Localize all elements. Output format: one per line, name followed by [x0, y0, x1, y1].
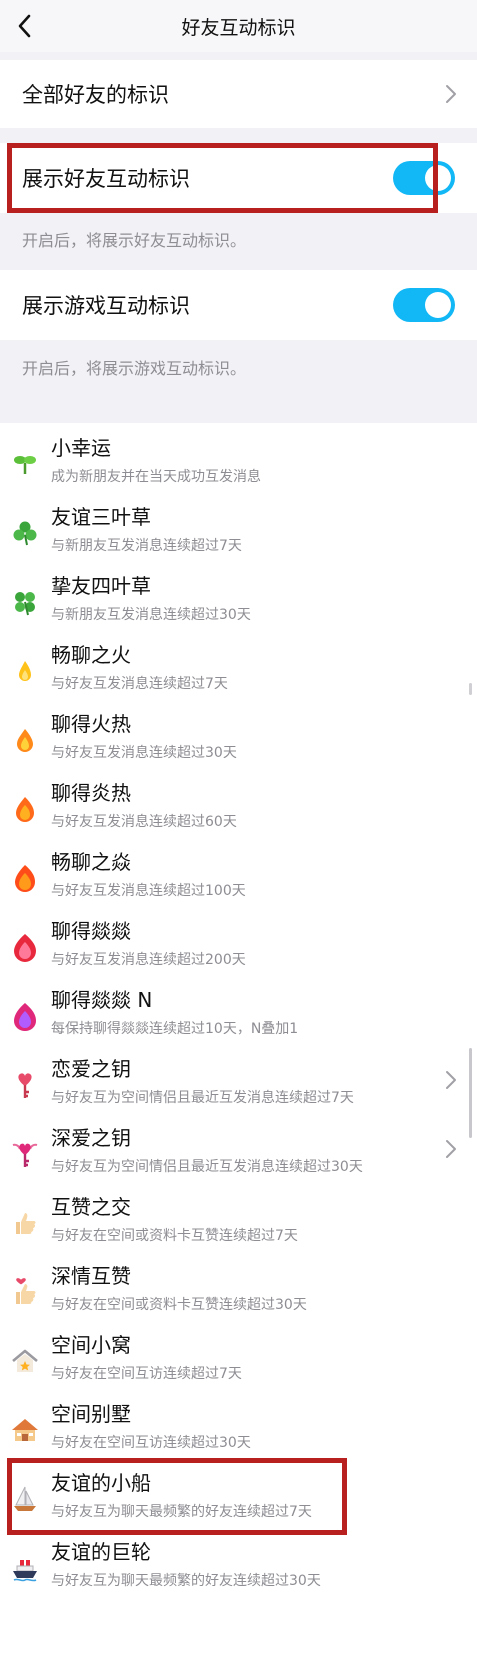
ship-icon — [13, 1560, 37, 1582]
winged-heart-key-icon — [12, 1143, 38, 1167]
badge-title: 空间小窝 — [51, 1333, 131, 1357]
game-badge-toggle-label: 展示游戏互动标识 — [22, 294, 190, 318]
badge-title: 深爱之钥 — [51, 1126, 131, 1150]
four-leaf-clover-icon — [15, 592, 35, 616]
nav-bar: 好友互动标识 — [0, 0, 477, 52]
badge-desc: 与新朋友互发消息连续超过7天 — [51, 538, 242, 554]
badge-desc: 与好友互发消息连续超过60天 — [51, 814, 237, 830]
badge-desc: 与好友互为聊天最频繁的好友连续超过7天 — [51, 1504, 312, 1520]
chevron-right-icon — [446, 85, 456, 103]
game-badge-hint: 开启后，将展示游戏互动标识。 — [22, 359, 247, 378]
badge-desc: 与好友互发消息连续超过30天 — [51, 745, 237, 761]
list-item: 互赞之交 与好友在空间或资料卡互赞连续超过7天 — [0, 1182, 477, 1256]
toggle-knob — [425, 292, 451, 318]
big-flame-icon — [15, 865, 35, 892]
badge-desc: 与好友互为空间情侣且最近互发消息连续超过7天 — [51, 1090, 354, 1106]
badge-title: 挚友四叶草 — [51, 574, 151, 598]
badge-title: 聊得燚燚 — [51, 919, 131, 943]
badge-list: 小幸运 成为新朋友并在当天成功互发消息 友谊三叶草 与新朋友互发消息连续超过7天… — [0, 423, 477, 1680]
game-badge-toggle-row: 展示游戏互动标识 — [0, 270, 477, 340]
small-house-icon — [12, 1349, 38, 1372]
list-item[interactable]: 恋爱之钥 与好友互为空间情侣且最近互发消息连续超过7天 — [0, 1044, 477, 1118]
list-item: 畅聊之火 与好友互发消息连续超过7天 — [0, 630, 477, 704]
scroll-indicator — [469, 683, 472, 695]
badge-desc: 与新朋友互发消息连续超过30天 — [51, 607, 251, 623]
list-item: 挚友四叶草 与新朋友互发消息连续超过30天 — [0, 561, 477, 635]
list-item: 深情互赞 与好友在空间或资料卡互赞连续超过30天 — [0, 1251, 477, 1325]
badge-desc: 与好友在空间或资料卡互赞连续超过7天 — [51, 1228, 298, 1244]
chevron-right-icon — [446, 1071, 456, 1089]
list-item: 畅聊之焱 与好友互发消息连续超过100天 — [0, 837, 477, 911]
toggle-knob — [425, 165, 451, 191]
heart-thumbs-up-icon — [16, 1278, 36, 1304]
list-item: 聊得炎热 与好友互发消息连续超过60天 — [0, 768, 477, 842]
all-friends-row[interactable]: 全部好友的标识 — [0, 60, 477, 128]
badge-desc: 与好友在空间或资料卡互赞连续超过30天 — [51, 1297, 307, 1313]
badge-desc: 与好友在空间互访连续超过30天 — [51, 1435, 251, 1451]
friend-badge-toggle-label: 展示好友互动标识 — [22, 167, 190, 191]
three-leaf-clover-icon — [13, 521, 37, 546]
list-item: 聊得火热 与好友互发消息连续超过30天 — [0, 699, 477, 773]
badge-title: 深情互赞 — [51, 1264, 131, 1288]
badge-desc: 与好友互为聊天最频繁的好友连续超过30天 — [51, 1573, 321, 1589]
badge-title: 畅聊之火 — [51, 643, 131, 667]
list-item: 空间小窝 与好友在空间互访连续超过7天 — [0, 1320, 477, 1394]
back-button[interactable] — [8, 8, 40, 44]
red-flame-icon — [14, 934, 36, 962]
badge-title: 聊得火热 — [51, 712, 131, 736]
list-item: 友谊的巨轮 与好友互为聊天最频繁的好友连续超过30天 — [0, 1527, 477, 1601]
all-friends-label: 全部好友的标识 — [22, 83, 169, 107]
badge-title: 友谊三叶草 — [51, 505, 151, 529]
badge-desc: 每保持聊得燚燚连续超过10天，N叠加1 — [51, 1021, 299, 1037]
thumbs-up-icon — [16, 1213, 36, 1234]
badge-title: 聊得炎热 — [51, 781, 131, 805]
badge-title: 友谊的巨轮 — [51, 1540, 151, 1564]
list-item: 友谊的小船 与好友互为聊天最频繁的好友连续超过7天 — [0, 1458, 477, 1532]
page-title: 好友互动标识 — [181, 16, 296, 39]
villa-icon — [12, 1419, 38, 1441]
scrollbar-thumb[interactable] — [469, 1048, 472, 1138]
friend-badge-toggle[interactable] — [393, 161, 455, 195]
flame-icon — [17, 729, 33, 752]
badge-title: 空间别墅 — [51, 1402, 131, 1426]
badge-title: 恋爱之钥 — [51, 1057, 131, 1081]
game-badge-toggle[interactable] — [393, 288, 455, 322]
list-item[interactable]: 深爱之钥 与好友互为空间情侣且最近互发消息连续超过30天 — [0, 1113, 477, 1187]
small-flame-icon — [19, 661, 31, 681]
heart-key-icon — [18, 1073, 32, 1098]
badge-title: 畅聊之焱 — [51, 850, 131, 874]
chevron-left-icon — [18, 14, 31, 38]
badge-title: 聊得燚燚 N — [51, 988, 153, 1012]
badge-title: 友谊的小船 — [51, 1471, 151, 1495]
badge-desc: 与好友互发消息连续超过7天 — [51, 676, 228, 692]
list-item: 聊得燚燚 N 每保持聊得燚燚连续超过10天，N叠加1 — [0, 975, 477, 1049]
list-item: 小幸运 成为新朋友并在当天成功互发消息 — [0, 423, 477, 497]
badge-desc: 与好友在空间互访连续超过7天 — [51, 1366, 242, 1382]
list-item: 空间别墅 与好友在空间互访连续超过30天 — [0, 1389, 477, 1463]
friend-badge-hint: 开启后，将展示好友互动标识。 — [22, 231, 247, 250]
sprout-icon — [14, 456, 36, 474]
friend-badge-toggle-row: 展示好友互动标识 — [0, 143, 477, 213]
badge-desc: 与好友互为空间情侣且最近互发消息连续超过30天 — [51, 1159, 363, 1175]
badge-desc: 与好友互发消息连续超过100天 — [51, 883, 246, 899]
list-item: 友谊三叶草 与新朋友互发消息连续超过7天 — [0, 492, 477, 566]
badge-title: 小幸运 — [51, 436, 111, 460]
flame-icon — [16, 797, 34, 822]
purple-flame-icon — [14, 1003, 36, 1031]
sailboat-icon — [14, 1486, 36, 1511]
list-item: 聊得燚燚 与好友互发消息连续超过200天 — [0, 906, 477, 980]
badge-desc: 成为新朋友并在当天成功互发消息 — [51, 469, 261, 485]
badge-title: 互赞之交 — [51, 1195, 131, 1219]
chevron-right-icon — [446, 1140, 456, 1158]
badge-desc: 与好友互发消息连续超过200天 — [51, 952, 246, 968]
